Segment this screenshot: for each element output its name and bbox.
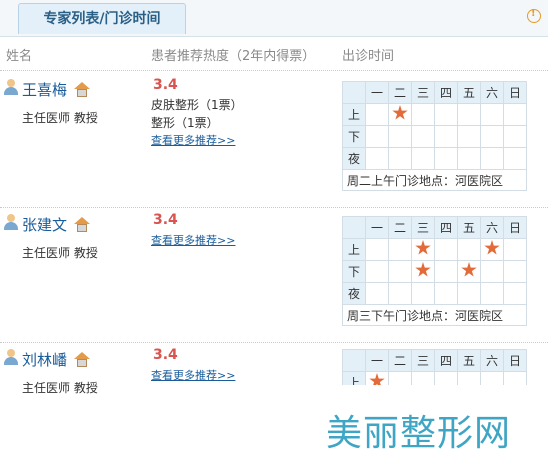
day-label: 六 <box>480 216 504 239</box>
header-name: 姓名 <box>6 49 33 64</box>
tab-label: 专家列表/门诊时间 <box>43 11 161 27</box>
clinic-slot[interactable] <box>365 371 389 385</box>
person-icon <box>4 79 18 95</box>
period-label: 夜 <box>342 147 366 170</box>
day-label: 四 <box>434 349 458 372</box>
score: 3.4 <box>153 77 178 93</box>
schedule-table: 一 二 三 四 五 六 日 上 <box>342 349 527 385</box>
score: 3.4 <box>153 212 178 228</box>
day-label: 五 <box>457 216 481 239</box>
header-rating: 患者推荐热度（2年内得票） <box>151 49 316 64</box>
clinic-location: 周二上午门诊地点：河医院区 <box>342 169 527 191</box>
period-label: 下 <box>342 125 366 148</box>
schedule-clip: 一 二 三 四 五 六 日 上 <box>0 343 548 385</box>
info-icon[interactable] <box>527 8 541 23</box>
star-icon <box>392 105 408 120</box>
day-label: 三 <box>411 349 435 372</box>
tab-expert-list[interactable]: 专家列表/门诊时间 <box>18 3 186 34</box>
more-recommendations-link[interactable]: 查看更多推荐>> <box>151 232 235 248</box>
doctor-title: 主任医师 教授 <box>22 246 98 260</box>
day-label: 三 <box>411 81 435 104</box>
watermark: 美丽整形网 <box>326 413 512 454</box>
day-label: 三 <box>411 216 435 239</box>
day-label: 二 <box>388 81 412 104</box>
period-label: 下 <box>342 260 366 283</box>
day-label: 五 <box>457 349 481 372</box>
star-icon <box>461 262 477 277</box>
clinic-slot[interactable] <box>480 238 504 261</box>
home-icon[interactable] <box>74 82 91 97</box>
recommendation: 整形（1票） <box>151 116 219 130</box>
recommendation: 皮肤整形（1票） <box>151 98 243 112</box>
doctor-row: 王喜梅 主任医师 教授 3.4 皮肤整形（1票） 整形（1票） 查看更多推荐>>… <box>0 71 548 208</box>
period-label: 上 <box>342 103 366 126</box>
column-header: 姓名 患者推荐热度（2年内得票） 出诊时间 <box>0 36 548 71</box>
period-label: 夜 <box>342 282 366 305</box>
day-label: 六 <box>480 81 504 104</box>
clinic-slot[interactable] <box>411 260 435 283</box>
star-icon <box>369 373 385 385</box>
day-label: 四 <box>434 81 458 104</box>
home-icon[interactable] <box>74 217 91 232</box>
doctor-row: 张建文 主任医师 教授 3.4 查看更多推荐>> 一 二 三 四 五 六 日 上… <box>0 206 548 343</box>
day-label: 日 <box>503 216 527 239</box>
doctor-name[interactable]: 王喜梅 <box>22 79 67 100</box>
doctor-name[interactable]: 张建文 <box>22 214 67 235</box>
period-label: 上 <box>342 238 366 261</box>
schedule-table: 一 二 三 四 五 六 日 上 下 夜 周三下午门诊地点：河医院区 <box>342 216 527 326</box>
day-label: 四 <box>434 216 458 239</box>
clinic-slot[interactable] <box>411 238 435 261</box>
day-label: 一 <box>365 81 389 104</box>
day-label: 二 <box>388 216 412 239</box>
star-icon <box>415 240 431 255</box>
person-icon <box>4 214 18 230</box>
header-schedule: 出诊时间 <box>342 49 395 64</box>
day-label: 日 <box>503 349 527 372</box>
star-icon <box>484 240 500 255</box>
day-label: 一 <box>365 216 389 239</box>
period-label: 上 <box>342 371 366 385</box>
day-label: 日 <box>503 81 527 104</box>
clinic-slot[interactable] <box>388 103 412 126</box>
top-bar: 专家列表/门诊时间 <box>0 0 548 37</box>
clinic-location: 周三下午门诊地点：河医院区 <box>342 304 527 326</box>
doctor-title: 主任医师 教授 <box>22 111 98 125</box>
day-label: 二 <box>388 349 412 372</box>
day-label: 六 <box>480 349 504 372</box>
clinic-slot[interactable] <box>457 260 481 283</box>
more-recommendations-link[interactable]: 查看更多推荐>> <box>151 132 235 148</box>
day-label: 五 <box>457 81 481 104</box>
day-label: 一 <box>365 349 389 372</box>
star-icon <box>415 262 431 277</box>
schedule-table: 一 二 三 四 五 六 日 上 下 夜 周二上午门诊地点：河医院区 <box>342 81 527 191</box>
